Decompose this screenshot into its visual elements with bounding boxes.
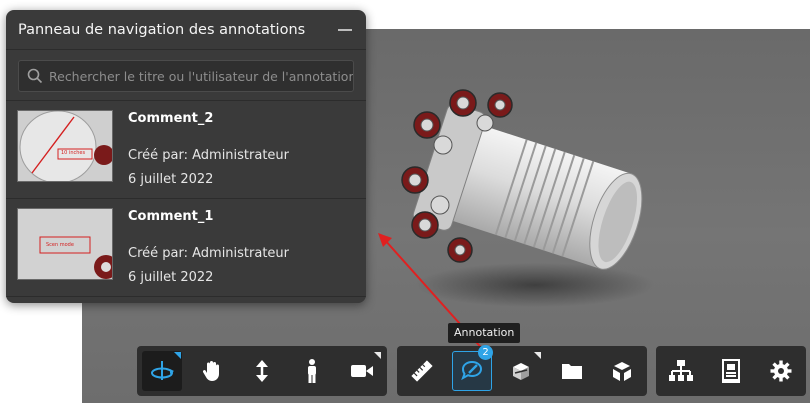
walk-button[interactable]: [292, 351, 332, 391]
camera-icon: [351, 365, 373, 377]
navigation-toolbar: [137, 346, 387, 396]
zoom-vertical-icon: [256, 360, 268, 382]
annotation-navigation-panel: Panneau de navigation des annotations 10…: [6, 10, 366, 303]
orbit-button[interactable]: [142, 351, 182, 391]
flyout-indicator: [374, 352, 381, 359]
pan-hand-icon: [202, 361, 219, 381]
search-icon: [27, 68, 43, 84]
model-tree-button[interactable]: [661, 351, 701, 391]
annotation-arrow: [378, 233, 487, 354]
annotation-title: Comment_1: [128, 209, 214, 224]
annotation-item[interactable]: 10 inches Comment_2 Créé par: Administra…: [6, 101, 366, 199]
measure-button[interactable]: [402, 351, 442, 391]
folder-icon: [562, 364, 582, 379]
section-box-icon: [513, 363, 529, 380]
model-browser-button[interactable]: [552, 351, 592, 391]
tools-toolbar: 2: [397, 345, 647, 396]
walk-person-icon: [308, 359, 316, 383]
section-button[interactable]: [502, 351, 542, 391]
model-tree-icon: [669, 360, 693, 381]
annotation-button[interactable]: 2: [452, 345, 493, 391]
minimize-icon[interactable]: [338, 28, 352, 31]
gear-icon: [770, 360, 792, 382]
search-bar: [6, 50, 366, 101]
explode-cubes-icon: [613, 362, 631, 381]
properties-icon: [722, 359, 740, 383]
thumbnail-label: Scen mode: [46, 242, 74, 248]
annotation-thumbnail: Scen mode: [17, 208, 113, 280]
annotation-count-badge: 2: [478, 345, 493, 360]
annotation-date: 6 juillet 2022: [128, 172, 214, 187]
annotation-thumbnail: 10 inches: [17, 110, 113, 182]
flyout-indicator: [174, 352, 181, 359]
annotation-item[interactable]: Scen mode Comment_1 Créé par: Administra…: [6, 199, 366, 297]
annotation-edit-icon: [461, 360, 483, 381]
annotation-author: Créé par: Administrateur: [128, 148, 290, 163]
settings-toolbar: [656, 346, 806, 396]
panel-header: Panneau de navigation des annotations: [6, 10, 366, 50]
settings-button[interactable]: [761, 351, 801, 391]
camera-button[interactable]: [342, 351, 382, 391]
search-box[interactable]: [18, 60, 354, 92]
annotation-author: Créé par: Administrateur: [128, 246, 290, 261]
annotation-tooltip: Annotation: [448, 323, 521, 343]
zoom-button[interactable]: [242, 351, 282, 391]
annotation-title: Comment_2: [128, 111, 214, 126]
properties-button[interactable]: [711, 351, 751, 391]
measure-ruler-icon: [411, 360, 433, 382]
thumbnail-label: 10 inches: [61, 150, 86, 156]
flyout-indicator: [534, 352, 541, 359]
search-input[interactable]: [49, 68, 353, 84]
panel-title: Panneau de navigation des annotations: [18, 21, 306, 38]
orbit-icon: [151, 361, 174, 380]
annotation-date: 6 juillet 2022: [128, 270, 214, 285]
explode-button[interactable]: [602, 351, 642, 391]
pan-button[interactable]: [192, 351, 232, 391]
